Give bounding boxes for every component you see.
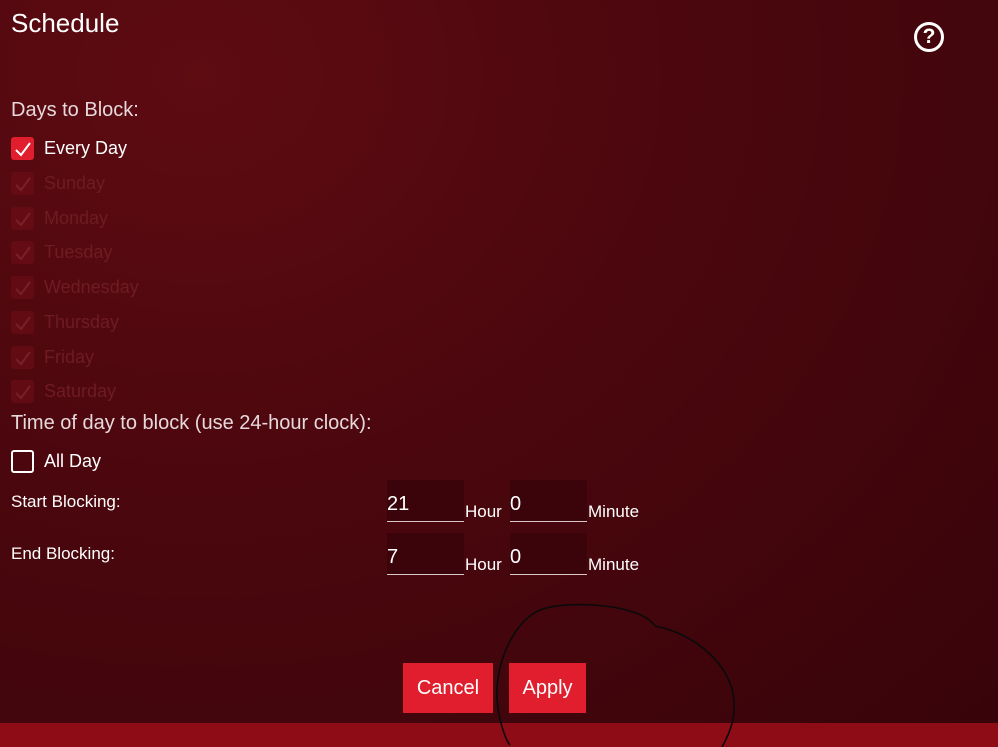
- checkbox-saturday[interactable]: Saturday: [11, 380, 116, 403]
- checkbox-every-day[interactable]: Every Day: [11, 137, 127, 160]
- checkbox-label: Thursday: [44, 312, 120, 332]
- end-blocking-label: End Blocking:: [11, 544, 115, 563]
- checkbox-checked-icon: [11, 346, 34, 369]
- days-to-block-label: Days to Block:: [11, 99, 139, 121]
- checkbox-tuesday[interactable]: Tuesday: [11, 241, 112, 264]
- checkbox-label: Friday: [44, 347, 95, 367]
- page-title: Schedule: [11, 8, 120, 38]
- checkbox-label: Wednesday: [44, 277, 139, 297]
- checkbox-checked-icon: [11, 207, 34, 230]
- end-hour-input[interactable]: [387, 533, 464, 575]
- checkbox-checked-icon: [11, 311, 34, 334]
- start-blocking-label: Start Blocking:: [11, 492, 121, 511]
- checkbox-label: Monday: [44, 208, 109, 228]
- minute-unit-label: Minute: [588, 555, 640, 574]
- checkbox-friday[interactable]: Friday: [11, 346, 94, 369]
- checkbox-label: Saturday: [44, 381, 117, 401]
- checkbox-checked-icon: [11, 380, 34, 403]
- checkbox-wednesday[interactable]: Wednesday: [11, 276, 139, 299]
- checkbox-checked-icon: [11, 137, 34, 160]
- checkbox-label: Every Day: [44, 138, 128, 158]
- apply-button[interactable]: Apply: [509, 663, 586, 713]
- checkbox-all-day[interactable]: All Day: [11, 450, 101, 473]
- checkbox-checked-icon: [11, 241, 34, 264]
- hour-unit-label: Hour: [465, 502, 502, 521]
- checkbox-unchecked-icon: [11, 450, 34, 473]
- checkbox-monday[interactable]: Monday: [11, 207, 108, 230]
- checkbox-checked-icon: [11, 172, 34, 195]
- start-minute-input[interactable]: [510, 480, 587, 522]
- checkbox-checked-icon: [11, 276, 34, 299]
- minute-unit-label: Minute: [588, 502, 640, 521]
- hour-unit-label: Hour: [465, 555, 502, 574]
- start-hour-input[interactable]: [387, 480, 464, 522]
- footer-bar: [0, 723, 998, 747]
- help-icon[interactable]: ?: [914, 22, 944, 52]
- time-of-day-label: Time of day to block (use 24-hour clock)…: [11, 412, 372, 434]
- end-minute-input[interactable]: [510, 533, 587, 575]
- checkbox-thursday[interactable]: Thursday: [11, 311, 119, 334]
- checkbox-label: All Day: [44, 451, 102, 471]
- cancel-button[interactable]: Cancel: [403, 663, 493, 713]
- checkbox-label: Tuesday: [44, 242, 113, 262]
- checkbox-label: Sunday: [44, 173, 106, 193]
- checkbox-sunday[interactable]: Sunday: [11, 172, 105, 195]
